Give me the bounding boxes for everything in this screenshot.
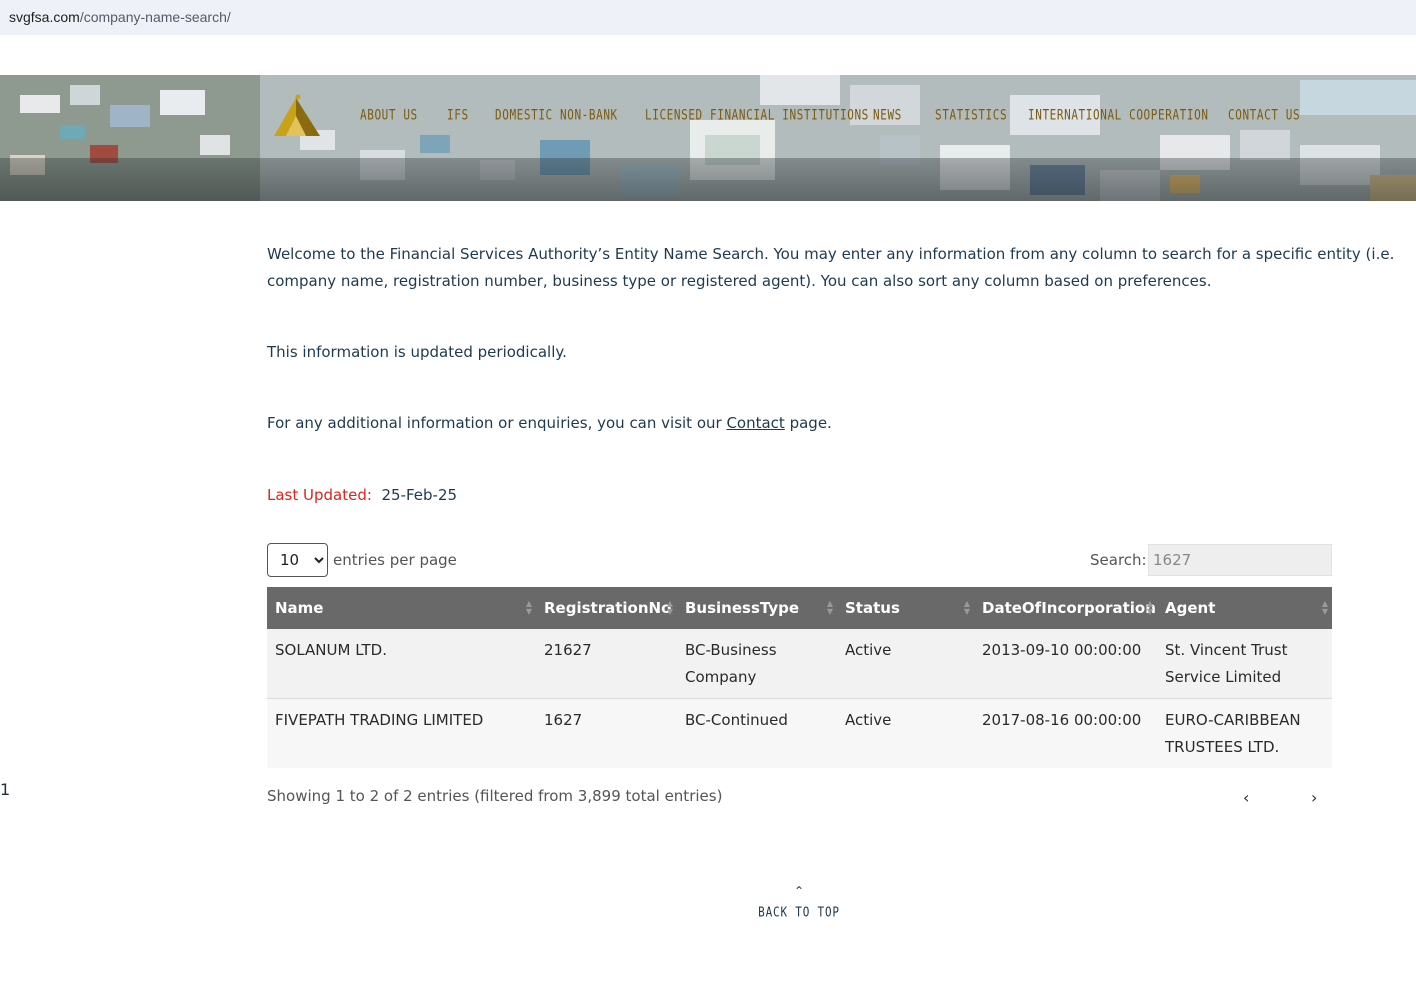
column-header-name[interactable]: Name ▲ ▼ <box>267 587 536 629</box>
sort-icon: ▲ ▼ <box>1146 599 1153 616</box>
column-header-agent[interactable]: Agent ▲ ▼ <box>1157 587 1332 629</box>
cell-line: Service Limited <box>1165 668 1282 686</box>
table-info: Showing 1 to 2 of 2 entries (filtered fr… <box>267 787 723 805</box>
cell-registration-no: 1627 <box>536 698 677 768</box>
intro-paragraph: Welcome to the Financial Services Author… <box>267 241 1394 295</box>
enquiry-prefix: For any additional information or enquir… <box>267 414 727 432</box>
cell-agent: St. Vincent Trust Service Limited <box>1157 629 1332 699</box>
column-header-status[interactable]: Status ▲ ▼ <box>837 587 974 629</box>
sort-icon: ▲ ▼ <box>525 599 532 616</box>
nav-item-news[interactable]: NEWS <box>873 107 902 123</box>
last-updated-label: Last Updated: <box>267 486 372 504</box>
nav-item-about-us[interactable]: ABOUT US <box>360 107 418 123</box>
column-header-label: Agent <box>1165 599 1216 617</box>
cell-line: St. Vincent Trust <box>1165 641 1288 659</box>
cell-line: EURO-CARIBBEAN <box>1165 711 1301 729</box>
sort-icon: ▲ ▼ <box>826 599 833 616</box>
nav-item-contact-us[interactable]: CONTACT US <box>1228 107 1300 123</box>
search-input[interactable] <box>1148 544 1332 576</box>
back-to-top-link[interactable]: ⌃ BACK TO TOP <box>740 884 858 920</box>
nav-item-statistics[interactable]: STATISTICS <box>935 107 1007 123</box>
cell-line: BC-Continued <box>685 711 788 729</box>
column-header-date-of-incorporation[interactable]: DateOfIncorporation ▲ ▼ <box>974 587 1157 629</box>
pagination-page-1[interactable]: 1 <box>0 780 10 812</box>
cell-business-type: BC-Business Company <box>677 629 837 699</box>
entries-per-page-select[interactable]: 10 <box>267 543 328 577</box>
chevron-up-icon: ⌃ <box>793 884 805 898</box>
column-header-label: RegistrationNo <box>544 599 672 617</box>
enquiry-suffix: page. <box>784 414 832 432</box>
column-header-business-type[interactable]: BusinessType ▲ ▼ <box>677 587 837 629</box>
last-updated-value: 25-Feb-25 <box>381 486 458 504</box>
nav-item-international-cooperation[interactable]: INTERNATIONAL COOPERATION <box>1028 107 1209 123</box>
nav-item-domestic-non-bank[interactable]: DOMESTIC NON-BANK <box>495 107 618 123</box>
column-header-label: Status <box>845 599 900 617</box>
cell-name: FIVEPATH TRADING LIMITED <box>267 698 536 768</box>
updated-note: This information is updated periodically… <box>267 343 567 361</box>
address-bar[interactable]: svgfsa.com/company-name-search/ <box>0 0 1416 35</box>
url-path: /company-name-search/ <box>79 9 231 25</box>
pagination-prev[interactable]: ‹ <box>1243 788 1249 820</box>
nav-item-ifs[interactable]: IFS <box>447 107 469 123</box>
entity-table: Name ▲ ▼ RegistrationNo ▲ ▼ BusinessType ▲ ▼ S… <box>267 587 1332 768</box>
cell-registration-no: 21627 <box>536 629 677 699</box>
url-text[interactable]: svgfsa.com/company-name-search/ <box>9 9 231 25</box>
banner-dark-band <box>0 158 1416 201</box>
cell-business-type: BC-Continued <box>677 698 837 768</box>
back-to-top-label: BACK TO TOP <box>758 904 840 921</box>
column-header-registration-no[interactable]: RegistrationNo ▲ ▼ <box>536 587 677 629</box>
cell-date-of-incorporation: 2013-09-10 00:00:00 <box>974 629 1157 699</box>
url-host: svgfsa.com <box>9 9 80 25</box>
column-header-label: BusinessType <box>685 599 800 617</box>
nav-item-licensed-financial-institutions[interactable]: LICENSED FINANCIAL INSTITUTIONS <box>645 107 869 123</box>
entries-per-page-label: entries per page <box>333 551 457 569</box>
cell-status: Active <box>837 629 974 699</box>
contact-link[interactable]: Contact <box>726 414 784 432</box>
fsa-logo-icon[interactable] <box>268 92 324 138</box>
table-row: FIVEPATH TRADING LIMITED 1627 BC-Continu… <box>267 698 1332 768</box>
table-header-row: Name ▲ ▼ RegistrationNo ▲ ▼ BusinessType ▲ ▼ S… <box>267 587 1332 629</box>
cell-line: BC-Business <box>685 641 777 659</box>
sort-icon: ▲ ▼ <box>963 599 970 616</box>
enquiry-text: For any additional information or enquir… <box>267 410 832 437</box>
cell-date-of-incorporation: 2017-08-16 00:00:00 <box>974 698 1157 768</box>
intro-line-2: company name, registration number, busin… <box>267 272 1212 290</box>
cell-name: SOLANUM LTD. <box>267 629 536 699</box>
intro-line-1: Welcome to the Financial Services Author… <box>267 245 1395 263</box>
search-label: Search: <box>1090 551 1147 569</box>
cell-agent: EURO-CARIBBEAN TRUSTEES LTD. <box>1157 698 1332 768</box>
cell-line: TRUSTEES LTD. <box>1165 738 1280 756</box>
table-row: SOLANUM LTD. 21627 BC-Business Company Ac… <box>267 629 1332 699</box>
column-header-label: DateOfIncorporation <box>982 599 1156 617</box>
cell-line: Company <box>685 668 757 686</box>
header-banner <box>0 75 1416 201</box>
sort-icon: ▲ ▼ <box>666 599 673 616</box>
column-header-label: Name <box>275 599 324 617</box>
cell-status: Active <box>837 698 974 768</box>
last-updated: Last Updated: 25-Feb-25 <box>267 482 457 509</box>
pagination-next[interactable]: › <box>1311 788 1317 820</box>
sort-icon: ▲ ▼ <box>1321 599 1328 616</box>
